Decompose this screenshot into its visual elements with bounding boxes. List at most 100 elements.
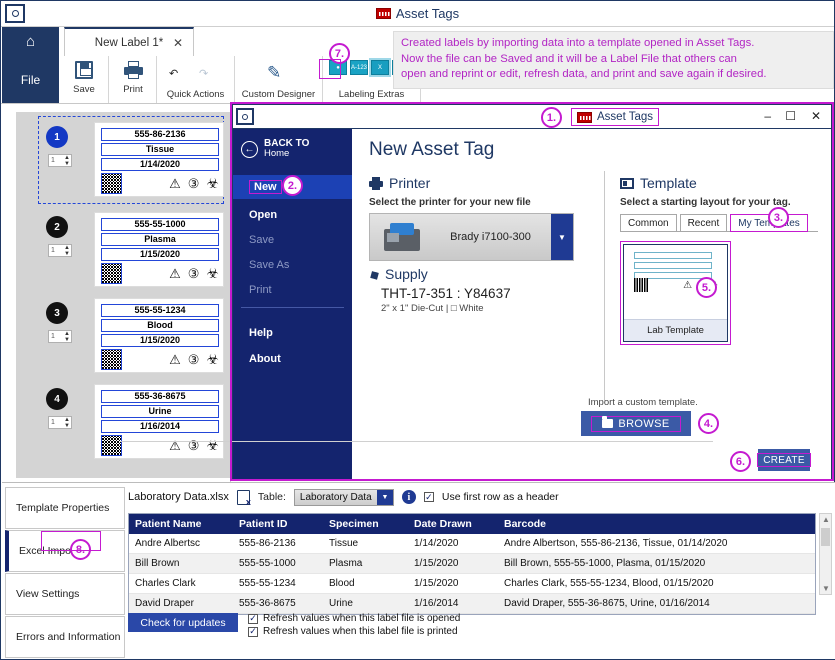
browse-button[interactable]: BROWSE xyxy=(581,411,691,436)
annotation-8: 8. xyxy=(70,539,91,560)
stepper-arrows-icon[interactable]: ▲▼ xyxy=(64,331,70,343)
label-quantity-stepper[interactable]: 1▲▼ xyxy=(48,244,72,257)
annotation-3: 3. xyxy=(768,207,789,228)
excel-x-icon[interactable]: X xyxy=(371,60,389,75)
circled-two-icon: ③ xyxy=(188,177,200,190)
refresh-on-print-option[interactable]: ✓ Refresh values when this label file is… xyxy=(248,626,460,637)
back-to-home-button[interactable]: ← BACK TO Home xyxy=(233,129,352,169)
check-for-updates-button[interactable]: Check for updates xyxy=(128,613,238,632)
ribbon-group-quick-actions: ↶ ↷ Quick Actions xyxy=(157,56,235,103)
label-quantity-stepper[interactable]: 1▲▼ xyxy=(48,330,72,343)
printer-dropdown[interactable]: Brady i7100-300 ▼ xyxy=(369,213,574,261)
cell-barcode: Charles Clark, 555-55-1234, Blood, 01/15… xyxy=(498,574,803,593)
refresh-on-open-checkbox[interactable]: ✓ xyxy=(248,614,258,624)
refresh-on-open-label: Refresh values when this label file is o… xyxy=(263,613,460,624)
excel-import-panel: Laboratory Data.xlsx Table: Laboratory D… xyxy=(128,487,832,657)
label-card[interactable]: 555-86-2136 Tissue 1/14/2020 ⚠ ③ ☣ xyxy=(94,122,224,197)
a-123-icon[interactable]: A-123 xyxy=(350,60,368,75)
label-quantity-stepper[interactable]: 1▲▼ xyxy=(48,416,72,429)
import-template-label: Import a custom template. xyxy=(588,397,698,408)
table-row[interactable]: David Draper 555-36-8675 Urine 1/16/2014… xyxy=(129,594,815,614)
excel-file-row: Laboratory Data.xlsx Table: Laboratory D… xyxy=(128,487,832,507)
callout-line-2: Now the file can be Saved and it will be… xyxy=(401,52,826,68)
label-number-badge: 3 xyxy=(46,302,68,324)
column-header-patient-id: Patient ID xyxy=(233,514,323,534)
application-window: Asset Tags ⌂ New Label 1* ✕ File Save Pr… xyxy=(0,0,835,660)
stepper-arrows-icon[interactable]: ▲▼ xyxy=(64,417,70,429)
back-label-line2: Home xyxy=(264,149,309,160)
template-section-header: Template xyxy=(620,175,820,191)
sidebar-item-save: Save xyxy=(233,228,352,252)
sidebar-item-print: Print xyxy=(233,278,352,302)
refresh-on-print-checkbox[interactable]: ✓ xyxy=(248,627,258,637)
template-sublabel: Select a starting layout for your tag. xyxy=(620,197,820,208)
home-tab-button[interactable]: ⌂ xyxy=(2,27,59,56)
sidebar-item-help[interactable]: Help xyxy=(233,321,352,345)
chevron-down-icon[interactable]: ▼ xyxy=(551,214,573,260)
sidebar-item-open[interactable]: Open xyxy=(233,203,352,227)
maximize-button[interactable]: ☐ xyxy=(785,109,796,123)
save-button[interactable]: Save xyxy=(64,58,104,101)
table-dropdown[interactable]: Laboratory Data ▼ xyxy=(294,489,394,506)
table-header-row: Patient Name Patient ID Specimen Date Dr… xyxy=(129,514,815,534)
first-row-header-checkbox[interactable]: ✓ xyxy=(424,492,434,502)
stepper-arrows-icon[interactable]: ▲▼ xyxy=(64,245,70,257)
tab-new-label-1[interactable]: New Label 1* ✕ xyxy=(64,27,194,56)
supply-section-header: ◆ Supply xyxy=(369,266,589,282)
callout-line-1: Created labels by importing data into a … xyxy=(401,36,826,52)
browse-button-label: BROWSE xyxy=(618,418,669,430)
scroll-down-icon[interactable]: ▼ xyxy=(822,584,830,593)
circled-two-icon: ③ xyxy=(188,353,200,366)
info-icon[interactable]: i xyxy=(402,490,416,504)
label-card[interactable]: 555-55-1000 Plasma 1/15/2020 ⚠ ③ ☣ xyxy=(94,212,224,287)
folder-icon xyxy=(602,419,613,428)
close-button[interactable]: ✕ xyxy=(811,109,821,123)
table-row[interactable]: Andre Albertsc 555-86-2136 Tissue 1/14/2… xyxy=(129,534,815,554)
cell-specimen: Plasma xyxy=(323,554,408,573)
refresh-on-open-option[interactable]: ✓ Refresh values when this label file is… xyxy=(248,613,460,624)
minimize-button[interactable]: – xyxy=(764,109,771,123)
table-row[interactable]: Charles Clark 555-55-1234 Blood 1/15/202… xyxy=(129,574,815,594)
undo-icon[interactable]: ↶ xyxy=(169,61,178,85)
print-button[interactable]: Print xyxy=(113,58,153,101)
redo-icon[interactable]: ↷ xyxy=(199,61,208,85)
scrollbar-thumb[interactable] xyxy=(821,528,830,546)
qr-code-icon xyxy=(101,435,122,456)
tab-common[interactable]: Common xyxy=(620,214,677,232)
ribbon-group-custom-designer[interactable]: ✎ Custom Designer xyxy=(235,56,323,103)
printer-section-title: Printer xyxy=(389,175,430,191)
sidebar-item-about[interactable]: About xyxy=(233,347,352,371)
scroll-up-icon[interactable]: ▲ xyxy=(822,515,830,524)
page-title: New Asset Tag xyxy=(369,139,494,161)
chevron-down-icon[interactable]: ▼ xyxy=(377,490,393,505)
file-menu-button[interactable]: File xyxy=(2,56,59,103)
warning-triangle-icon: ⚠ xyxy=(683,280,692,291)
sidebar-item-view-settings[interactable]: View Settings xyxy=(5,573,125,615)
sidebar-item-excel-import[interactable]: Excel Import xyxy=(5,530,125,572)
table-vertical-scrollbar[interactable]: ▲ ▼ xyxy=(819,513,832,595)
create-button[interactable]: CREATE xyxy=(758,449,810,471)
label-quantity-stepper[interactable]: 1▲▼ xyxy=(48,154,72,167)
stepper-arrows-icon[interactable]: ▲▼ xyxy=(64,155,70,167)
close-icon[interactable]: ✕ xyxy=(173,36,183,50)
callout-line-3: open and reprint or edit, refresh data, … xyxy=(401,67,826,83)
red-tag-icon xyxy=(376,8,391,19)
sidebar-item-errors-information[interactable]: Errors and Information xyxy=(5,616,125,658)
cell-patient-id: 555-36-8675 xyxy=(233,594,323,613)
sidebar-item-template-properties[interactable]: Template Properties xyxy=(5,487,125,529)
label-card[interactable]: 555-36-8675 Urine 1/16/2014 ⚠ ③ ☣ xyxy=(94,384,224,459)
supply-part-number: THT-17-351 : Y84637 xyxy=(381,286,589,301)
label-card[interactable]: 555-55-1234 Blood 1/15/2020 ⚠ ③ ☣ xyxy=(94,298,224,373)
label-number-badge: 2 xyxy=(46,216,68,238)
template-icon xyxy=(620,178,634,189)
cell-date-drawn: 1/16/2014 xyxy=(408,594,498,613)
bottom-panel: Template Properties Excel Import View Se… xyxy=(2,482,835,659)
excel-file-icon[interactable] xyxy=(237,490,250,505)
tab-recent[interactable]: Recent xyxy=(680,214,728,232)
cell-date-drawn: 1/15/2020 xyxy=(408,554,498,573)
table-row[interactable]: Bill Brown 555-55-1000 Plasma 1/15/2020 … xyxy=(129,554,815,574)
biohazard-icon: ☣ xyxy=(206,266,219,280)
label-scroll-area[interactable]: 1 1▲▼ 555-86-2136 Tissue 1/14/2020 ⚠ ③ ☣… xyxy=(16,112,231,478)
qr-code-icon xyxy=(101,173,122,194)
cell-patient-name: Bill Brown xyxy=(129,554,233,573)
